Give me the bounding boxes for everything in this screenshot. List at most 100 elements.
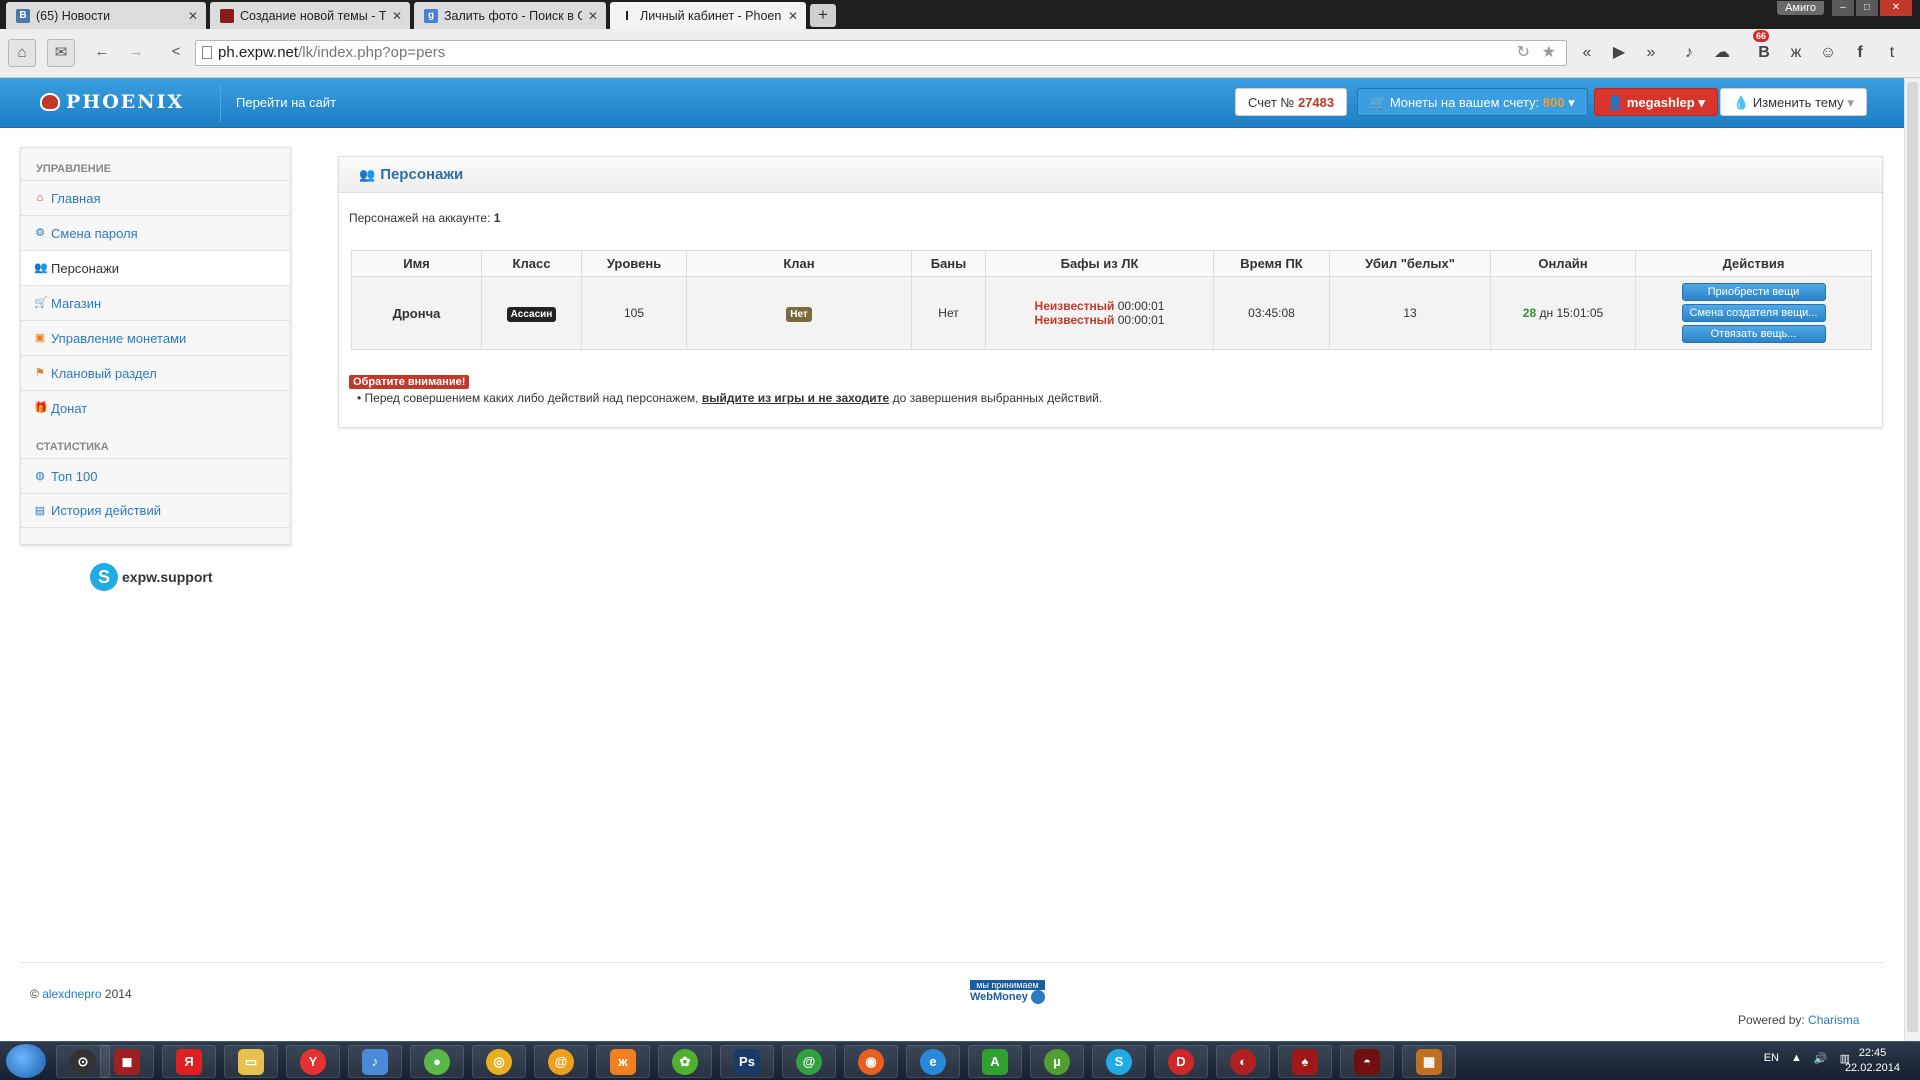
- sidebar-item-history[interactable]: ▤ История действий: [21, 493, 290, 528]
- twitter-icon[interactable]: t: [1880, 41, 1904, 65]
- coins-dropdown[interactable]: 🛒 Монеты на вашем счету: 800 ▾: [1357, 88, 1588, 116]
- taskbar-app-game4[interactable]: ◓: [1340, 1045, 1394, 1078]
- close-window-button[interactable]: ✕: [1880, 0, 1912, 16]
- taskbar-app-audio[interactable]: ♪: [348, 1045, 402, 1078]
- sidebar-item-donate[interactable]: 🎁 Донат: [21, 390, 290, 425]
- scrollbar-thumb[interactable]: [1907, 82, 1918, 1032]
- gift-icon: 🎁: [34, 402, 48, 414]
- brand-logo[interactable]: PHOENIX: [40, 91, 184, 113]
- close-icon[interactable]: ✕: [788, 9, 798, 23]
- maximize-button[interactable]: □: [1856, 0, 1878, 16]
- warning-text: • Перед совершением каких либо действий …: [357, 391, 1103, 405]
- go-to-site-link[interactable]: Перейти на сайт: [236, 95, 336, 110]
- page-scrollbar[interactable]: [1904, 78, 1920, 1041]
- odnoklassniki-icon[interactable]: ж: [1784, 41, 1808, 65]
- skype-support-link[interactable]: S expw.support: [90, 563, 213, 591]
- game-icon: ◓: [1354, 1048, 1380, 1075]
- column-header: Онлайн: [1490, 250, 1636, 277]
- home-icon[interactable]: ⌂: [8, 39, 36, 67]
- rewind-icon[interactable]: «: [1575, 41, 1599, 65]
- share-icon[interactable]: <: [162, 39, 190, 67]
- taskbar-app-mailru[interactable]: @: [782, 1045, 836, 1078]
- character-buffs-cell: Неизвестный 00:00:01 Неизвестный 00:00:0…: [985, 276, 1214, 350]
- taskbar-app-icq[interactable]: ✿: [658, 1045, 712, 1078]
- taskbar-app-player[interactable]: ●: [410, 1045, 464, 1078]
- close-icon[interactable]: ✕: [392, 9, 402, 23]
- sidebar-item-characters[interactable]: 👥 Персонажи: [21, 250, 290, 285]
- sidebar-item-clan[interactable]: ⚑ Клановый раздел: [21, 355, 290, 390]
- taskbar-app-mail-agent[interactable]: @: [534, 1045, 588, 1078]
- character-actions-cell: Приобрести вещи Смена создателя вещи... …: [1635, 276, 1872, 350]
- browser-tab-phoenix[interactable]: I Личный кабинет - Phoenix ✕: [610, 2, 806, 29]
- skype-icon: S: [1106, 1048, 1132, 1075]
- warning-link[interactable]: выйдите из игры и не заходите: [702, 391, 889, 405]
- taskbar-app-d[interactable]: D: [1154, 1045, 1208, 1078]
- taskbar-app-chrome[interactable]: ◎: [472, 1045, 526, 1078]
- bookmark-star-icon[interactable]: ★: [1542, 41, 1556, 65]
- language-indicator[interactable]: EN: [1764, 1052, 1779, 1065]
- show-hidden-icons[interactable]: ▲: [1791, 1052, 1802, 1065]
- music-icon[interactable]: ♪: [1677, 41, 1701, 65]
- taskbar-app-ie[interactable]: e: [906, 1045, 960, 1078]
- drop-icon: 💧: [1733, 95, 1750, 110]
- volume-icon[interactable]: 🔊: [1814, 1052, 1828, 1065]
- sidebar-item-top100[interactable]: ◍ Топ 100: [21, 458, 290, 493]
- play-icon[interactable]: ▶: [1607, 41, 1631, 65]
- back-icon[interactable]: ←: [88, 39, 116, 67]
- mail-icon[interactable]: ✉: [47, 39, 75, 67]
- browser-tab-forum[interactable]: Создание новой темы - Th ✕: [210, 2, 410, 29]
- close-icon[interactable]: ✕: [588, 9, 598, 23]
- my-world-icon[interactable]: ☺: [1816, 41, 1840, 65]
- author-link[interactable]: alexdnepro: [42, 987, 101, 1001]
- sidebar-item-change-password[interactable]: ⚙ Смена пароля: [21, 215, 290, 250]
- taskbar-app-game5[interactable]: ▦: [1402, 1045, 1456, 1078]
- forward-icon[interactable]: →: [122, 39, 150, 67]
- change-theme-dropdown[interactable]: 💧 Изменить тему ▾: [1720, 88, 1867, 116]
- taskbar-app-yandex[interactable]: Я: [162, 1045, 216, 1078]
- taskbar-app-game[interactable]: ◼: [100, 1045, 154, 1078]
- change-item-creator-button[interactable]: Смена создателя вещи...: [1681, 304, 1826, 322]
- facebook-icon[interactable]: f: [1848, 41, 1872, 65]
- taskbar-app-explorer[interactable]: ▭: [224, 1045, 278, 1078]
- user-dropdown[interactable]: 👤 megashlep ▾: [1594, 88, 1718, 116]
- browser-tab-google[interactable]: g Залить фото - Поиск в Goo ✕: [414, 2, 606, 29]
- taskbar-app-photoshop[interactable]: Ps: [720, 1045, 774, 1078]
- chrome-icon: ◎: [486, 1048, 512, 1075]
- buy-items-button[interactable]: Приобрести вещи: [1681, 283, 1826, 301]
- unbind-item-button[interactable]: Отвязать вещь...: [1681, 325, 1826, 343]
- column-header: Имя: [351, 250, 482, 277]
- column-header: Клан: [686, 250, 912, 277]
- reload-icon[interactable]: ↻: [1517, 41, 1530, 65]
- gear-icon: ⚙: [35, 227, 45, 239]
- page: PHOENIX Перейти на сайт Счет № 27483 🛒 М…: [0, 78, 1904, 1041]
- sidebar-item-shop[interactable]: 🛒 Магазин: [21, 285, 290, 320]
- taskbar-app-firefox[interactable]: ◉: [844, 1045, 898, 1078]
- mailru-icon: @: [796, 1048, 822, 1075]
- charisma-link[interactable]: Charisma: [1808, 1013, 1859, 1027]
- taskbar-app-game3[interactable]: ♠: [1278, 1045, 1332, 1078]
- vk-icon[interactable]: В: [1752, 41, 1776, 65]
- chat-icon[interactable]: ☁: [1710, 41, 1734, 65]
- fast-forward-icon[interactable]: »: [1639, 41, 1663, 65]
- taskbar-app-amigo[interactable]: A: [968, 1045, 1022, 1078]
- start-button[interactable]: [6, 1044, 46, 1078]
- taskbar-app-yandex-browser[interactable]: Y: [286, 1045, 340, 1078]
- address-bar[interactable]: ph.expw.net/lk/index.php?op=pers ↻ ★: [195, 40, 1567, 66]
- new-tab-button[interactable]: +: [810, 4, 836, 27]
- character-pk-time: 03:45:08: [1213, 276, 1330, 350]
- taskbar-clock[interactable]: 22:45 22.02.2014: [1845, 1046, 1900, 1076]
- taskbar-app-skype[interactable]: S: [1092, 1045, 1146, 1078]
- sidebar-item-coins[interactable]: ▣ Управление монетами: [21, 320, 290, 355]
- minimize-button[interactable]: –: [1832, 0, 1854, 16]
- close-icon[interactable]: ✕: [188, 9, 198, 23]
- character-bans: Нет: [911, 276, 986, 350]
- profile-menu[interactable]: Амиго: [1777, 1, 1824, 15]
- taskbar-app-odnoklassniki[interactable]: ж: [596, 1045, 650, 1078]
- footer-divider: [20, 962, 1884, 963]
- webmoney-badge[interactable]: мы принимаем WebMoney: [970, 980, 1045, 1004]
- browser-tab-news[interactable]: В (65) Новости ✕: [6, 2, 206, 29]
- taskbar-app-utorrent[interactable]: µ: [1030, 1045, 1084, 1078]
- sidebar-item-home[interactable]: ⌂ Главная: [21, 180, 290, 215]
- taskbar-app-game2[interactable]: ◐: [1216, 1045, 1270, 1078]
- webmoney-globe-icon: [1030, 990, 1045, 1004]
